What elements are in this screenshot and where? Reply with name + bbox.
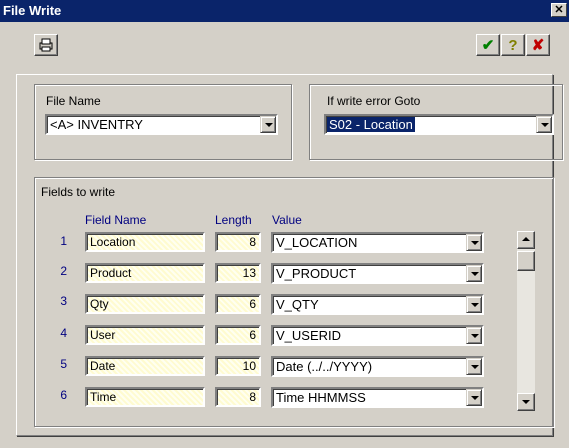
file-name-select[interactable]: <A> INVENTRY bbox=[45, 114, 278, 135]
field-value-text: Date (../../YYYY) bbox=[276, 359, 373, 374]
row-number: 5 bbox=[60, 357, 67, 371]
field-name-input[interactable]: Date bbox=[85, 356, 205, 376]
printer-icon bbox=[39, 38, 53, 52]
fields-scrollbar[interactable] bbox=[516, 230, 536, 412]
field-name-text: Time bbox=[90, 390, 117, 404]
field-length-input[interactable]: 10 bbox=[215, 356, 261, 376]
field-value-select[interactable]: V_USERID bbox=[271, 325, 484, 346]
field-value-select[interactable]: V_QTY bbox=[271, 294, 484, 315]
header-value: Value bbox=[272, 213, 302, 227]
print-button[interactable] bbox=[34, 34, 58, 56]
scroll-up-button[interactable] bbox=[517, 231, 535, 249]
checkmark-icon: ✔ bbox=[481, 37, 495, 54]
field-length-text: 8 bbox=[249, 390, 256, 404]
x-icon: ✘ bbox=[531, 37, 545, 54]
chevron-down-icon[interactable] bbox=[260, 116, 276, 133]
row-number: 4 bbox=[60, 326, 67, 340]
chevron-down-icon[interactable] bbox=[466, 296, 482, 313]
field-length-text: 10 bbox=[242, 359, 256, 373]
row-number: 3 bbox=[60, 294, 67, 308]
chevron-down-icon[interactable] bbox=[466, 265, 482, 282]
field-length-text: 6 bbox=[249, 328, 256, 342]
field-value-text: V_QTY bbox=[276, 297, 319, 312]
ok-button[interactable]: ✔ bbox=[476, 34, 500, 56]
field-length-text: 8 bbox=[249, 235, 256, 249]
field-name-text: User bbox=[90, 328, 116, 342]
field-length-input[interactable]: 6 bbox=[215, 294, 261, 314]
field-length-text: 13 bbox=[242, 266, 256, 280]
field-name-input[interactable]: Product bbox=[85, 263, 205, 283]
field-name-text: Date bbox=[90, 359, 116, 373]
title-bar: File Write ✕ bbox=[0, 0, 569, 22]
row-number: 6 bbox=[60, 388, 67, 402]
field-length-input[interactable]: 8 bbox=[215, 387, 261, 407]
scroll-down-button[interactable] bbox=[517, 393, 535, 411]
row-number: 1 bbox=[60, 234, 67, 248]
field-name-text: Qty bbox=[90, 297, 109, 311]
file-write-window: File Write ✕ ✔ ? ✘ File Name <A> INVENTR… bbox=[0, 0, 569, 448]
row-number: 2 bbox=[60, 264, 67, 278]
field-value-text: V_PRODUCT bbox=[276, 266, 357, 281]
scroll-thumb[interactable] bbox=[517, 251, 535, 271]
file-name-group: File Name <A> INVENTRY bbox=[34, 84, 292, 160]
fields-group-label: Fields to write bbox=[41, 185, 116, 199]
field-length-input[interactable]: 8 bbox=[215, 232, 261, 252]
field-length-text: 6 bbox=[249, 297, 256, 311]
field-length-input[interactable]: 6 bbox=[215, 325, 261, 345]
field-name-text: Product bbox=[90, 266, 132, 280]
error-goto-group: If write error Goto S02 - Location bbox=[309, 84, 563, 160]
chevron-down-icon[interactable] bbox=[466, 389, 482, 406]
field-value-select[interactable]: Time HHMMSS bbox=[271, 387, 484, 408]
chevron-down-icon[interactable] bbox=[466, 358, 482, 375]
file-name-value: <A> INVENTRY bbox=[50, 117, 143, 132]
error-goto-select[interactable]: S02 - Location bbox=[324, 114, 554, 135]
error-goto-value: S02 - Location bbox=[327, 117, 415, 132]
chevron-down-icon[interactable] bbox=[466, 327, 482, 344]
file-name-label: File Name bbox=[46, 94, 101, 108]
field-value-text: Time HHMMSS bbox=[276, 390, 366, 405]
field-name-input[interactable]: Qty bbox=[85, 294, 205, 314]
field-value-select[interactable]: V_PRODUCT bbox=[271, 263, 484, 284]
field-value-select[interactable]: Date (../../YYYY) bbox=[271, 356, 484, 377]
chevron-down-icon[interactable] bbox=[536, 116, 552, 133]
toolbar: ✔ ? ✘ bbox=[2, 24, 567, 64]
field-value-text: V_USERID bbox=[276, 328, 342, 343]
field-name-input[interactable]: Location bbox=[85, 232, 205, 252]
field-length-input[interactable]: 13 bbox=[215, 263, 261, 283]
fields-group: Fields to write Field Name Length Value … bbox=[34, 177, 554, 427]
chevron-down-icon[interactable] bbox=[466, 234, 482, 251]
field-value-select[interactable]: V_LOCATION bbox=[271, 232, 484, 253]
error-goto-label: If write error Goto bbox=[327, 94, 421, 108]
close-button[interactable]: ✕ bbox=[551, 3, 567, 17]
field-name-input[interactable]: User bbox=[85, 325, 205, 345]
field-name-text: Location bbox=[90, 235, 136, 249]
field-name-input[interactable]: Time bbox=[85, 387, 205, 407]
field-value-text: V_LOCATION bbox=[276, 235, 358, 250]
cancel-button[interactable]: ✘ bbox=[526, 34, 550, 56]
help-button[interactable]: ? bbox=[501, 34, 525, 56]
window-title: File Write bbox=[3, 3, 62, 18]
question-icon: ? bbox=[508, 36, 518, 54]
header-length: Length bbox=[215, 213, 252, 227]
header-field-name: Field Name bbox=[85, 213, 147, 227]
